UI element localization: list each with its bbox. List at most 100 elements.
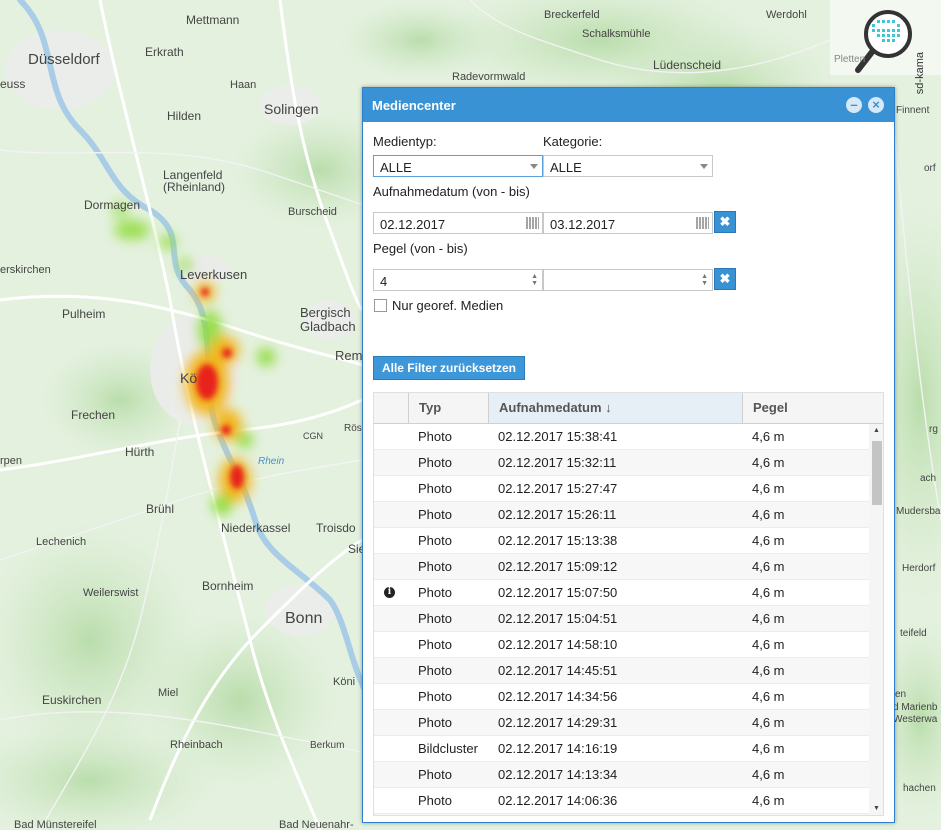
- cell-pegel: 4,6 m: [752, 767, 785, 782]
- table-row[interactable]: Photo 02.12.2017 15:04:51 4,6 m: [374, 606, 869, 632]
- kategorie-value: ALLE: [550, 160, 582, 175]
- label-bergisch: Bergisch: [300, 305, 351, 320]
- column-header-typ[interactable]: Typ: [408, 393, 488, 423]
- medientyp-label: Medientyp:: [373, 134, 437, 149]
- clear-datum-button[interactable]: ✖: [714, 211, 736, 233]
- chevron-down-icon[interactable]: [530, 164, 538, 169]
- cell-pegel: 4,6 m: [752, 637, 785, 652]
- cell-typ: Photo: [418, 429, 452, 444]
- cell-pegel: 4,6 m: [752, 611, 785, 626]
- cell-pegel: 4,6 m: [752, 429, 785, 444]
- table-row[interactable]: Photo 02.12.2017 14:06:36 4,6 m: [374, 788, 869, 814]
- pegel-von-input[interactable]: 4 ▲ ▼: [373, 269, 543, 291]
- georef-checkbox[interactable]: [374, 299, 387, 312]
- table-row[interactable]: Photo 02.12.2017 15:38:41 4,6 m: [374, 424, 869, 450]
- label-kirchen: erskirchen: [0, 264, 51, 276]
- scrollbar-thumb[interactable]: [872, 441, 882, 505]
- scroll-up-icon[interactable]: ▲: [873, 427, 880, 434]
- label-neuss: euss: [0, 77, 25, 91]
- table-row[interactable]: Photo 02.12.2017 15:32:11 4,6 m: [374, 450, 869, 476]
- minimize-icon[interactable]: –: [846, 97, 862, 113]
- mediencenter-dialog: Mediencenter – × Medientyp: Kategorie: A…: [362, 87, 895, 823]
- medientyp-value: ALLE: [380, 160, 412, 175]
- label-koenig: Köni: [333, 676, 355, 688]
- label-erkrath: Erkrath: [145, 45, 184, 59]
- table-row[interactable]: Photo 02.12.2017 15:26:11 4,6 m: [374, 502, 869, 528]
- cell-pegel: 4,6 m: [752, 481, 785, 496]
- calendar-icon[interactable]: [526, 217, 539, 229]
- close-icon[interactable]: ×: [868, 97, 884, 113]
- label-marienb: d Marienb: [893, 702, 938, 713]
- table-row[interactable]: Photo 02.12.2017 15:27:47 4,6 m: [374, 476, 869, 502]
- cell-aufnahmedatum: 02.12.2017 15:13:38: [498, 533, 618, 548]
- cell-pegel: 4,6 m: [752, 507, 785, 522]
- cell-typ: Photo: [418, 637, 452, 652]
- cell-typ: Photo: [418, 611, 452, 626]
- cell-typ: Photo: [418, 533, 452, 548]
- column-header-pegel[interactable]: Pegel: [742, 393, 883, 423]
- label-bruehl: Brühl: [146, 502, 174, 516]
- label-herdorf: Herdorf: [902, 563, 936, 574]
- label-weilerswist: Weilerswist: [83, 587, 138, 599]
- table-row[interactable]: i Photo 02.12.2017 15:07:50 4,6 m: [374, 580, 869, 606]
- cell-aufnahmedatum: 02.12.2017 15:04:51: [498, 611, 618, 626]
- label-niederkassel: Niederkassel: [221, 521, 290, 535]
- cell-pegel: 4,6 m: [752, 533, 785, 548]
- label-radevormwald: Radevormwald: [452, 71, 525, 83]
- datum-label: Aufnahmedatum (von - bis): [373, 184, 530, 199]
- spinner-icon[interactable]: ▲ ▼: [531, 273, 538, 287]
- table-row[interactable]: Bildcluster 02.12.2017 14:16:19 4,6 m: [374, 736, 869, 762]
- label-bornheim: Bornheim: [202, 579, 253, 593]
- filter-panel: Medientyp: Kategorie: ALLE ALLE Aufnahme…: [369, 122, 888, 816]
- info-icon[interactable]: i: [384, 587, 395, 598]
- pegel-bis-input[interactable]: ▲ ▼: [543, 269, 713, 291]
- label-finnent: Finnent: [896, 105, 930, 116]
- column-header-aufnahmedatum[interactable]: Aufnahmedatum ↓: [488, 393, 742, 423]
- table-scrollbar[interactable]: ▲ ▼: [869, 424, 883, 815]
- label-ach: ach: [920, 473, 936, 484]
- chevron-down-icon[interactable]: [700, 164, 708, 169]
- kategorie-select[interactable]: ALLE: [543, 155, 713, 177]
- label-troisdorf: Troisdo: [316, 521, 356, 535]
- label-burscheid: Burscheid: [288, 206, 337, 218]
- table-row[interactable]: Photo 02.12.2017 14:45:51 4,6 m: [374, 658, 869, 684]
- cell-typ: Photo: [418, 793, 452, 808]
- cell-aufnahmedatum: 02.12.2017 15:26:11: [498, 507, 617, 522]
- clear-pegel-button[interactable]: ✖: [714, 268, 736, 290]
- cell-typ: Video: [418, 814, 451, 815]
- cell-pegel: 4,6 m: [752, 559, 785, 574]
- table-row[interactable]: Photo 02.12.2017 15:13:38 4,6 m: [374, 528, 869, 554]
- label-rpen: rpen: [0, 455, 22, 467]
- label-rg: rg: [929, 424, 938, 435]
- medientyp-select[interactable]: ALLE: [373, 155, 543, 177]
- cell-aufnahmedatum: 02.12.2017 14:16:19: [498, 741, 618, 756]
- table-row[interactable]: Photo 02.12.2017 15:09:12 4,6 m: [374, 554, 869, 580]
- label-werdohl: Werdohl: [766, 9, 807, 21]
- label-miel: Miel: [158, 687, 178, 699]
- label-schalksmuehle: Schalksmühle: [582, 28, 650, 40]
- spinner-icon[interactable]: ▲ ▼: [701, 273, 708, 287]
- label-westerwa: Westerwa: [893, 714, 938, 725]
- datum-bis-value: 03.12.2017: [550, 217, 616, 232]
- scroll-down-icon[interactable]: ▼: [873, 805, 880, 812]
- label-en: en: [895, 689, 906, 700]
- table-row[interactable]: Photo 02.12.2017 14:58:10 4,6 m: [374, 632, 869, 658]
- dialog-titlebar[interactable]: Mediencenter – ×: [363, 88, 894, 122]
- label-hilden: Hilden: [167, 109, 201, 123]
- datum-von-input[interactable]: 02.12.2017: [373, 212, 543, 234]
- table-row[interactable]: Photo 02.12.2017 14:34:56 4,6 m: [374, 684, 869, 710]
- cell-pegel: 4,6 m: [752, 455, 785, 470]
- table-row[interactable]: Video 02.12.2017 13:58:17 4,6 m: [374, 814, 869, 815]
- table-row[interactable]: Photo 02.12.2017 14:29:31 4,6 m: [374, 710, 869, 736]
- calendar-icon[interactable]: [696, 217, 709, 229]
- reset-filters-button[interactable]: Alle Filter zurücksetzen: [373, 356, 525, 380]
- cell-pegel: 4,6 m: [752, 715, 785, 730]
- label-pulheim: Pulheim: [62, 307, 105, 321]
- cell-typ: Bildcluster: [418, 741, 478, 756]
- media-table: Typ Aufnahmedatum ↓ Pegel Photo 02.12.201…: [373, 392, 884, 816]
- cell-aufnahmedatum: 02.12.2017 14:13:34: [498, 767, 618, 782]
- datum-bis-input[interactable]: 03.12.2017: [543, 212, 713, 234]
- cell-aufnahmedatum: 02.12.2017 14:34:56: [498, 689, 618, 704]
- cell-aufnahmedatum: 02.12.2017 15:09:12: [498, 559, 618, 574]
- table-row[interactable]: Photo 02.12.2017 14:13:34 4,6 m: [374, 762, 869, 788]
